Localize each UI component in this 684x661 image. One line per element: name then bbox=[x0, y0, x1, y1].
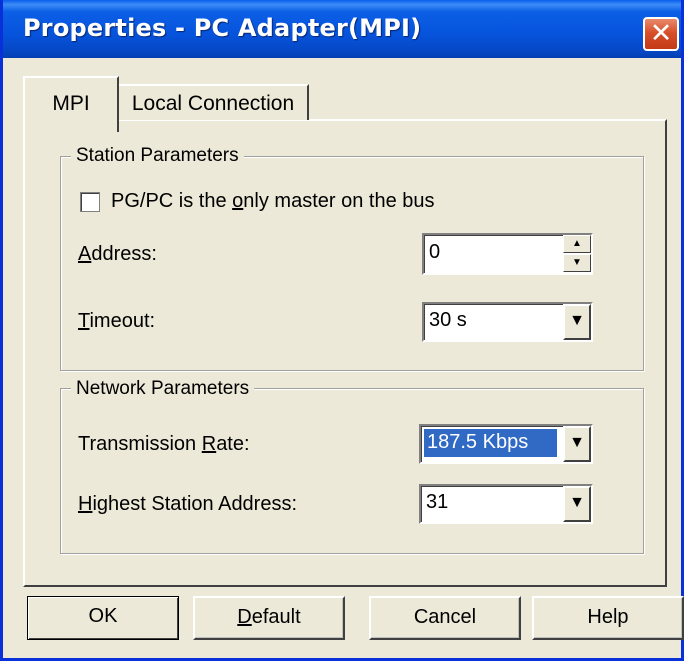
spin-up-icon: ▲ bbox=[572, 238, 582, 249]
tab-mpi[interactable]: MPI bbox=[23, 76, 119, 132]
network-parameters-group bbox=[60, 388, 644, 554]
timeout-label: Timeout: bbox=[78, 310, 156, 332]
highest-station-address-select[interactable]: 31 ▼ bbox=[419, 484, 593, 524]
highest-station-address-dropdown-button[interactable]: ▼ bbox=[563, 486, 591, 522]
spin-up-button[interactable]: ▲ bbox=[563, 235, 591, 253]
properties-dialog: Properties - PC Adapter(MPI) ✕ MPI Local… bbox=[0, 0, 684, 661]
help-button[interactable]: Help bbox=[532, 596, 684, 640]
spin-down-button[interactable]: ▼ bbox=[563, 254, 591, 272]
window-title: Properties - PC Adapter(MPI) bbox=[23, 14, 422, 42]
only-master-label[interactable]: PG/PC is the only master on the bus bbox=[111, 190, 435, 213]
network-parameters-legend: Network Parameters bbox=[71, 378, 255, 400]
highest-station-address-label: Highest Station Address: bbox=[78, 493, 298, 515]
only-master-checkbox[interactable] bbox=[80, 192, 100, 212]
chevron-down-icon: ▼ bbox=[569, 494, 585, 511]
transmission-rate-label: Transmission Rate: bbox=[78, 433, 250, 455]
title-bar[interactable]: Properties - PC Adapter(MPI) ✕ bbox=[3, 0, 681, 58]
address-label: Address: bbox=[78, 243, 157, 265]
chevron-down-icon: ▼ bbox=[569, 434, 585, 451]
chevron-down-icon: ▼ bbox=[569, 312, 585, 329]
address-value[interactable]: 0 bbox=[429, 241, 440, 264]
timeout-dropdown-button[interactable]: ▼ bbox=[563, 304, 591, 340]
cancel-button[interactable]: Cancel bbox=[369, 596, 521, 640]
timeout-value: 30 s bbox=[429, 309, 467, 331]
address-spinbox[interactable]: 0 ▲ ▼ bbox=[422, 233, 593, 275]
station-parameters-legend: Station Parameters bbox=[71, 145, 244, 167]
transmission-rate-value: 187.5 Kbps bbox=[427, 431, 529, 453]
highest-station-address-value: 31 bbox=[426, 491, 449, 513]
close-button[interactable]: ✕ bbox=[643, 17, 679, 51]
ok-button[interactable]: OK bbox=[27, 596, 179, 640]
spin-down-icon: ▼ bbox=[572, 257, 582, 268]
close-icon: ✕ bbox=[649, 18, 673, 49]
timeout-select[interactable]: 30 s ▼ bbox=[422, 302, 593, 342]
transmission-rate-dropdown-button[interactable]: ▼ bbox=[563, 426, 591, 462]
tab-local-connection[interactable]: Local Connection bbox=[119, 84, 309, 120]
transmission-rate-select[interactable]: 187.5 Kbps ▼ bbox=[419, 424, 593, 464]
transmission-rate-selection: 187.5 Kbps bbox=[424, 429, 557, 457]
default-button[interactable]: Default bbox=[193, 596, 345, 640]
